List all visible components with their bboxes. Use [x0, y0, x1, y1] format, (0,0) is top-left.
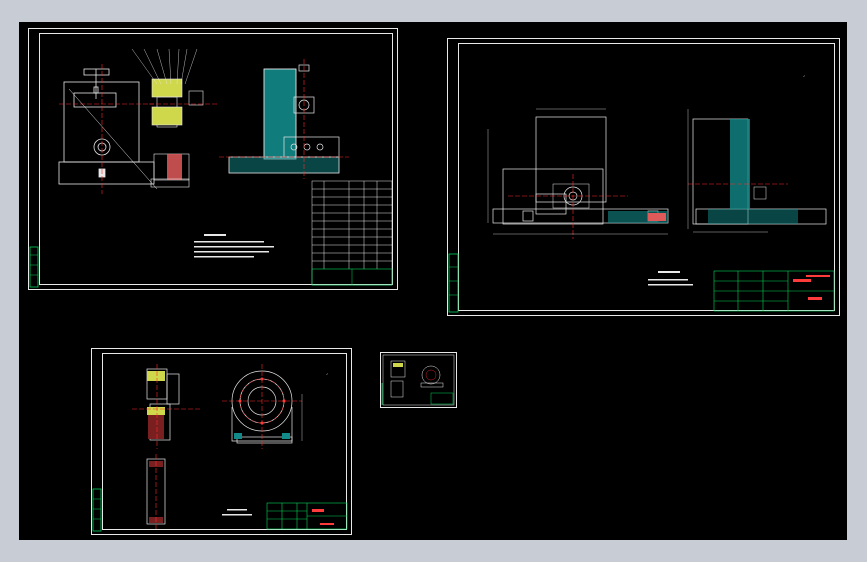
fixture-body-graphics: ✓ — [448, 74, 835, 313]
part-drawing-sheet[interactable]: ✓ — [91, 348, 352, 535]
cad-model-space[interactable]: ✓ ✓ — [19, 22, 847, 540]
technical-notes — [222, 509, 252, 516]
assembly-drawing-sheet[interactable] — [28, 28, 398, 290]
technical-notes — [648, 271, 693, 286]
assembly-drawing-graphics — [29, 48, 393, 288]
body-side-view — [692, 118, 827, 225]
roughness-symbol-icon: ✓ — [803, 74, 806, 78]
part-drawing-graphics: ✓ — [92, 364, 348, 532]
assembly-section-view — [149, 78, 219, 188]
technical-notes — [194, 234, 274, 258]
fixture-body-drawing-sheet[interactable]: ✓ — [447, 38, 840, 316]
roughness-symbol-icon: ✓ — [326, 372, 329, 376]
thumbnail-drawing-sheet[interactable] — [380, 352, 457, 408]
thumbnail-graphics — [381, 354, 455, 406]
title-block — [266, 502, 348, 530]
assembly-front-view — [58, 68, 155, 185]
